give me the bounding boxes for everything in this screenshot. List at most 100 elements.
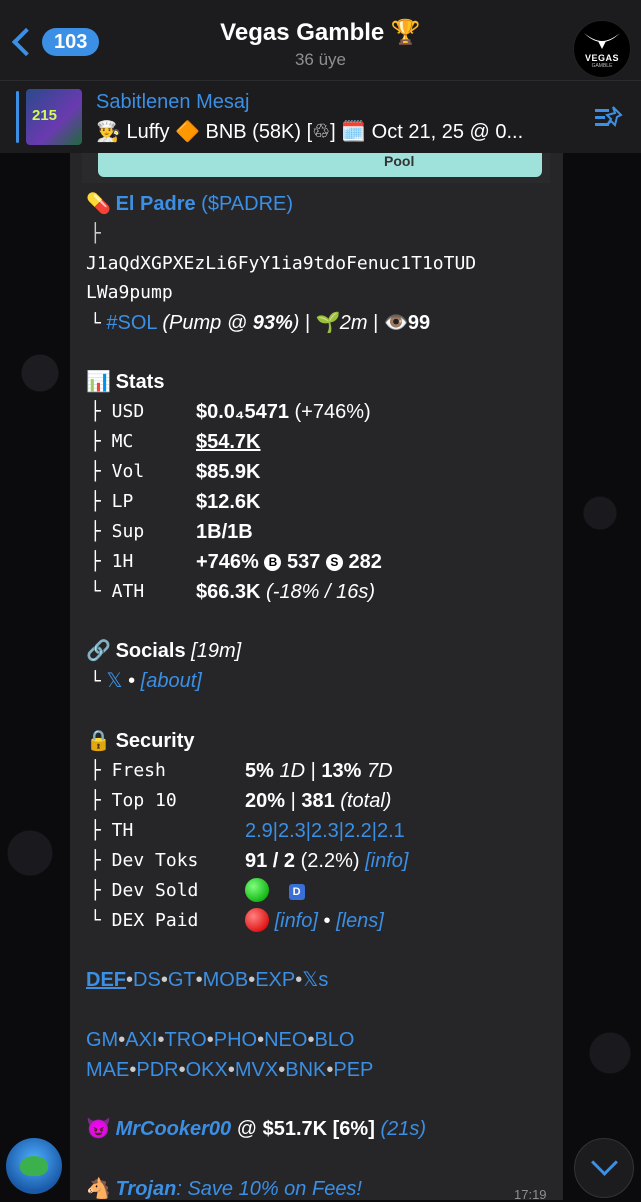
sec-key: ├ Dev Toks (90, 850, 199, 871)
chevron-down-icon (591, 1149, 618, 1176)
sender-avatar[interactable] (6, 1138, 62, 1194)
token-ticker-link[interactable]: ($PADRE) (201, 193, 293, 215)
link-pdr[interactable]: PDR (136, 1059, 178, 1081)
contract-address-2[interactable]: LWa9pump (86, 280, 173, 306)
link-axi[interactable]: AXI (125, 1029, 157, 1051)
horse-icon: 🐴 (86, 1178, 111, 1200)
sec-dev-toks: 91 / 2 (2.2%) [info] (245, 848, 408, 874)
link-gt[interactable]: GT (168, 969, 196, 991)
promo-line: 🐴 Trojan: Save 10% on Fees! (86, 1176, 362, 1202)
link-tro[interactable]: TRO (165, 1029, 207, 1051)
about-link[interactable]: [about] (141, 670, 202, 692)
token-age: 2m (339, 312, 368, 334)
views-count: 99 (407, 312, 431, 334)
link-xs[interactable]: 𝕏s (302, 969, 328, 991)
pin-list-icon[interactable] (593, 105, 623, 129)
frog-face-icon (20, 1156, 48, 1176)
sec-key: ├ Top 10 (90, 790, 177, 811)
dev-info-link[interactable]: [info] (365, 850, 408, 872)
stat-key: ├ MC (90, 431, 134, 452)
dev-toks-pct: (2.2%) (300, 850, 360, 872)
security-title: Security (115, 730, 195, 752)
group-avatar[interactable]: VEGAS GAMBLE (573, 20, 631, 78)
dot-separator: • (206, 1029, 214, 1051)
link-mae[interactable]: MAE (86, 1059, 129, 1081)
link-pho[interactable]: PHO (214, 1029, 257, 1051)
caller-name-link[interactable]: MrCooker00 (116, 1118, 232, 1140)
tree-end: └ (90, 313, 101, 334)
caller-age: (21s) (380, 1118, 427, 1140)
dot-separator: • (160, 969, 168, 991)
link-neo[interactable]: NEO (264, 1029, 307, 1051)
dev-toks-value: 91 / 2 (245, 850, 296, 872)
top10-pct: 20% (245, 790, 286, 812)
chain-line: └ #SOL (Pump @ 93%) | 🌱2m | 👁️99 (90, 310, 430, 337)
separator: | (373, 312, 379, 334)
separator: | (304, 312, 311, 334)
sec-key: └ DEX Paid (90, 910, 199, 931)
chain-tag-link[interactable]: #SOL (106, 312, 156, 334)
dot-separator: • (227, 1059, 235, 1081)
link-def[interactable]: DEF (86, 969, 126, 991)
holders-total: 381 (301, 790, 335, 812)
message-image-preview[interactable]: Pool (82, 153, 550, 183)
chat-title-area[interactable]: Vegas Gamble 🏆 36 üye (0, 18, 641, 70)
link-bnk[interactable]: BNK (285, 1059, 326, 1081)
image-word: Pool (384, 153, 415, 169)
pinned-thumbnail: 215 (26, 89, 82, 145)
stat-mc-link[interactable]: $54.7K (196, 431, 261, 453)
pinned-message-bar[interactable]: 215 Sabitlenen Mesaj 👨‍🍳 Luffy 🔶 BNB (58… (0, 80, 641, 154)
stat-key: ├ USD (90, 401, 145, 422)
link-gm[interactable]: GM (86, 1029, 118, 1051)
dev-badge-icon[interactable]: D (288, 884, 305, 900)
lock-icon: 🔒 (86, 730, 111, 752)
avatar-brand: VEGAS (584, 53, 619, 63)
sell-coin-icon: S (325, 554, 343, 571)
socials-heading: 🔗 Socials [19m] (86, 638, 241, 664)
link-icon: 🔗 (86, 640, 111, 662)
sec-key: ├ Dev Sold (90, 880, 199, 901)
dex-info-link[interactable]: [info] (275, 910, 318, 932)
chat-header: 103 Vegas Gamble 🏆 36 üye VEGAS GAMBLE (0, 0, 641, 80)
pinned-indicator (16, 91, 19, 143)
promo-text[interactable]: : Save 10% on Fees! (176, 1178, 362, 1200)
caller-line: 😈 MrCooker00 @ $51.7K [6%] (21s) (86, 1116, 426, 1142)
socials-age: [19m] (191, 640, 242, 662)
promo-link[interactable]: Trojan (116, 1178, 177, 1200)
tree-branch: ├ (90, 223, 101, 244)
contract-address-1[interactable]: J1aQdXGPXEzLi6FyY1ia9tdoFenuc1T1oTUD (86, 251, 476, 277)
pinned-title: Sabitlenen Mesaj (96, 91, 250, 113)
stat-key: ├ Vol (90, 461, 145, 482)
pill-icon: 💊 (86, 193, 111, 215)
chart-icon: 📊 (86, 371, 111, 393)
scroll-down-button[interactable] (574, 1138, 634, 1198)
pinned-thumbnail-text: 215 (32, 107, 58, 124)
fresh-7d-unit: 7D (366, 760, 393, 782)
stat-1h: +746% B 537 S 282 (196, 549, 382, 575)
link-mvx[interactable]: MVX (235, 1059, 278, 1081)
link-pep[interactable]: PEP (333, 1059, 373, 1081)
link-mob[interactable]: MOB (203, 969, 249, 991)
link-ds[interactable]: DS (133, 969, 161, 991)
dex-lens-link[interactable]: [lens] (336, 910, 384, 932)
separator: | (310, 760, 316, 782)
socials-line: └ 𝕏 • [about] (90, 668, 202, 695)
link-okx[interactable]: OKX (186, 1059, 228, 1081)
stat-key: ├ 1H (90, 551, 134, 572)
sell-count: 282 (348, 551, 382, 573)
chain-info: (Pump @ (162, 312, 253, 334)
sec-dex-paid: [info] • [lens] (245, 908, 384, 934)
stat-usd: $0.0₄5471 (+746%) (196, 399, 371, 425)
link-exp[interactable]: EXP (255, 969, 295, 991)
fresh-7d: 13% (321, 760, 362, 782)
stat-vol: $85.9K (196, 461, 261, 483)
top-holders-links[interactable]: 2.9|2.3|2.3|2.2|2.1 (245, 818, 405, 844)
stat-key: └ ATH (90, 581, 145, 602)
x-link[interactable]: 𝕏 (106, 670, 122, 692)
fresh-1d: 5% (245, 760, 274, 782)
stat-extra: (-18% / 16s) (260, 581, 375, 603)
link-blo[interactable]: BLO (314, 1029, 354, 1051)
member-count: 36 üye (294, 50, 347, 69)
stat-lp: $12.6K (196, 491, 261, 513)
token-name-link[interactable]: El Padre (116, 193, 196, 215)
